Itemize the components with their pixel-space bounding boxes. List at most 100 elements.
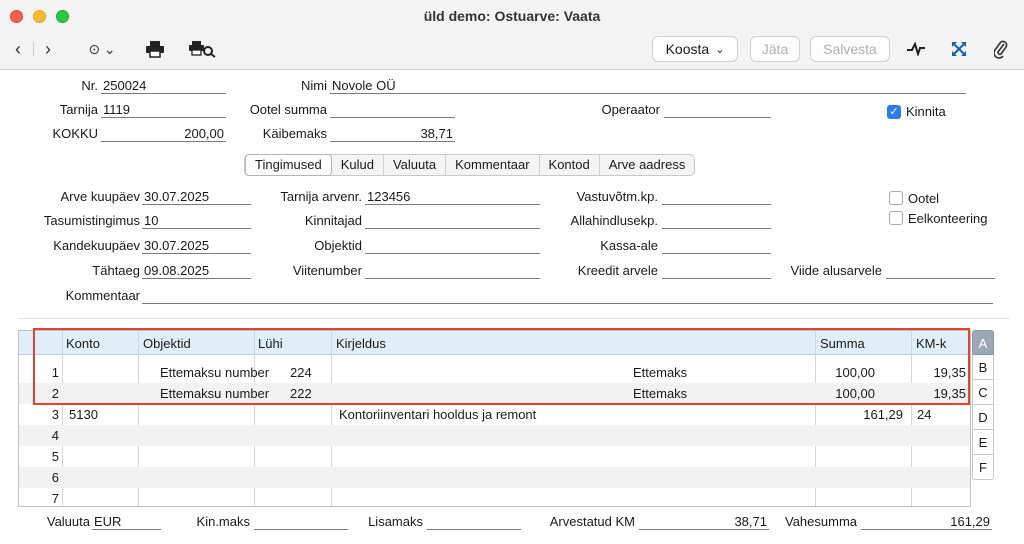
tab-arve-aadress[interactable]: Arve aadress [600, 155, 695, 175]
title-bar: üld demo: Ostuarve: Vaata ‹ › ⊙ ⌄ Koosta… [0, 0, 1024, 70]
back-icon[interactable]: ‹ [8, 38, 28, 60]
table-row[interactable]: 5 [19, 446, 970, 467]
kaibemaks-label: Käibemaks [262, 126, 327, 141]
allahindlusekp-field[interactable] [662, 213, 771, 229]
kinnita-label: Kinnita [906, 104, 946, 119]
kommentaar-label: Kommentaar [65, 288, 140, 303]
row-number: 5 [51, 449, 59, 464]
tarnija-arvenr-field[interactable]: 123456 [365, 189, 540, 205]
kinmaks-field[interactable] [254, 514, 348, 530]
tab-kulud[interactable]: Kulud [332, 155, 384, 175]
vahesumma-label: Vahesumma [784, 514, 857, 529]
operaator-field[interactable] [664, 102, 771, 118]
tarnija-field[interactable]: 1119 [101, 102, 226, 118]
kassa-ale-field[interactable] [662, 238, 771, 254]
arve-kuupaev-label: Arve kuupäev [60, 189, 141, 204]
kinnita-checkbox[interactable]: ✓ [887, 105, 901, 119]
print-icon[interactable] [143, 38, 167, 60]
tarnija-arvenr-label: Tarnija arvenr. [280, 189, 362, 204]
nr-field[interactable]: 250024 [101, 78, 226, 94]
kreedit-arvele-label: Kreedit arvele [577, 263, 658, 278]
tasumistingimus-field[interactable]: 10 [142, 213, 251, 229]
vahesumma-field[interactable]: 161,29 [861, 514, 992, 530]
forward-icon[interactable]: › [38, 38, 58, 60]
tab-tingimused[interactable]: Tingimused [245, 154, 332, 176]
ootel-summa-label: Ootel summa [249, 102, 327, 117]
kommentaar-field[interactable] [142, 288, 993, 304]
side-tab-c[interactable]: C [972, 380, 994, 405]
side-tab-b[interactable]: B [972, 355, 994, 380]
attachment-icon[interactable] [990, 38, 1012, 60]
window-title: üld demo: Ostuarve: Vaata [423, 8, 601, 24]
eelkonteering-checkbox[interactable] [889, 211, 903, 225]
nimi-label: Nimi [301, 78, 327, 93]
side-tab-d[interactable]: D [972, 405, 994, 430]
objektid-label: Objektid [314, 238, 362, 253]
kinnitajad-field[interactable] [365, 213, 540, 229]
table-row[interactable]: 6 [19, 467, 970, 488]
kokku-label: KOKKU [52, 126, 98, 141]
section-divider [18, 318, 1010, 319]
more-actions-icon[interactable]: ⊙ ⌄ [82, 38, 122, 60]
tab-kommentaar[interactable]: Kommentaar [446, 155, 540, 175]
app-window: üld demo: Ostuarve: Vaata ‹ › ⊙ ⌄ Koosta… [0, 0, 1024, 544]
lisamaks-label: Lisamaks [368, 514, 423, 529]
arve-kuupaev-field[interactable]: 30.07.2025 [142, 189, 251, 205]
tab-kontod[interactable]: Kontod [540, 155, 600, 175]
tasumistingimus-label: Tasumistingimus [43, 213, 140, 228]
allahindlusekp-label: Allahindlusekp. [570, 213, 658, 228]
toolbar-separator [33, 42, 34, 56]
row-number: 3 [51, 407, 59, 422]
activity-icon[interactable] [904, 38, 928, 60]
koosta-button[interactable]: Koosta ⌄ [652, 36, 738, 62]
salvesta-button[interactable]: Salvesta [810, 36, 890, 62]
kinnitajad-label: Kinnitajad [304, 213, 362, 228]
viitenumber-field[interactable] [365, 263, 540, 279]
side-tab-f[interactable]: F [972, 455, 994, 480]
kandekuupaev-label: Kandekuupäev [53, 238, 140, 253]
tarnija-label: Tarnija [59, 102, 98, 117]
ootel-summa-field[interactable] [330, 102, 455, 118]
vastuvotm-field[interactable] [662, 189, 771, 205]
arvestatud-km-label: Arvestatud KM [549, 514, 635, 529]
kreedit-arvele-field[interactable] [662, 263, 771, 279]
kandekuupaev-field[interactable]: 30.07.2025 [142, 238, 251, 254]
print-preview-icon[interactable] [187, 38, 217, 60]
operaator-label: Operaator [601, 102, 660, 117]
lisamaks-field[interactable] [427, 514, 521, 530]
cell-kirjeldus[interactable]: Kontoriinventari hooldus ja remont [339, 407, 536, 422]
viide-alusarvele-field[interactable] [886, 263, 995, 279]
valuuta-label: Valuuta [46, 514, 90, 529]
cell-kmk[interactable]: 24 [917, 407, 931, 422]
nr-label: Nr. [81, 78, 98, 93]
cell-konto[interactable]: 5130 [69, 407, 98, 422]
jata-button[interactable]: Jäta [750, 36, 800, 62]
koosta-label: Koosta [665, 41, 710, 57]
side-tab-e[interactable]: E [972, 430, 994, 455]
tab-bar: Tingimused Kulud Valuuta Kommentaar Kont… [244, 154, 696, 176]
cell-summa[interactable]: 161,29 [815, 407, 903, 422]
kinmaks-label: Kin.maks [196, 514, 250, 529]
tahtaeg-label: Tähtaeg [92, 263, 140, 278]
kassa-ale-label: Kassa-ale [600, 238, 658, 253]
tahtaeg-field[interactable]: 09.08.2025 [142, 263, 251, 279]
viide-alusarvele-label: Viide alusarvele [790, 263, 882, 278]
arvestatud-km-field[interactable]: 38,71 [639, 514, 769, 530]
kokku-field[interactable]: 200,00 [101, 126, 226, 142]
nimi-field[interactable]: Novole OÜ [330, 78, 966, 94]
expand-icon[interactable] [947, 38, 971, 60]
table-row[interactable]: 4 [19, 425, 970, 446]
highlight-box [33, 328, 970, 405]
viitenumber-label: Viitenumber [292, 263, 362, 278]
row-number: 4 [51, 428, 59, 443]
kaibemaks-field[interactable]: 38,71 [330, 126, 455, 142]
side-tab-a[interactable]: A [972, 330, 994, 355]
eelkonteering-label: Eelkonteering [908, 211, 988, 226]
vastuvotm-label: Vastuvõtm.kp. [576, 189, 658, 204]
objektid-field[interactable] [365, 238, 540, 254]
tab-valuuta[interactable]: Valuuta [384, 155, 447, 175]
valuuta-field[interactable]: EUR [92, 514, 161, 530]
table-row[interactable]: 7 [19, 488, 970, 506]
ootel-checkbox[interactable] [889, 191, 903, 205]
table-row[interactable]: 3 5130 Kontoriinventari hooldus ja remon… [19, 404, 970, 425]
